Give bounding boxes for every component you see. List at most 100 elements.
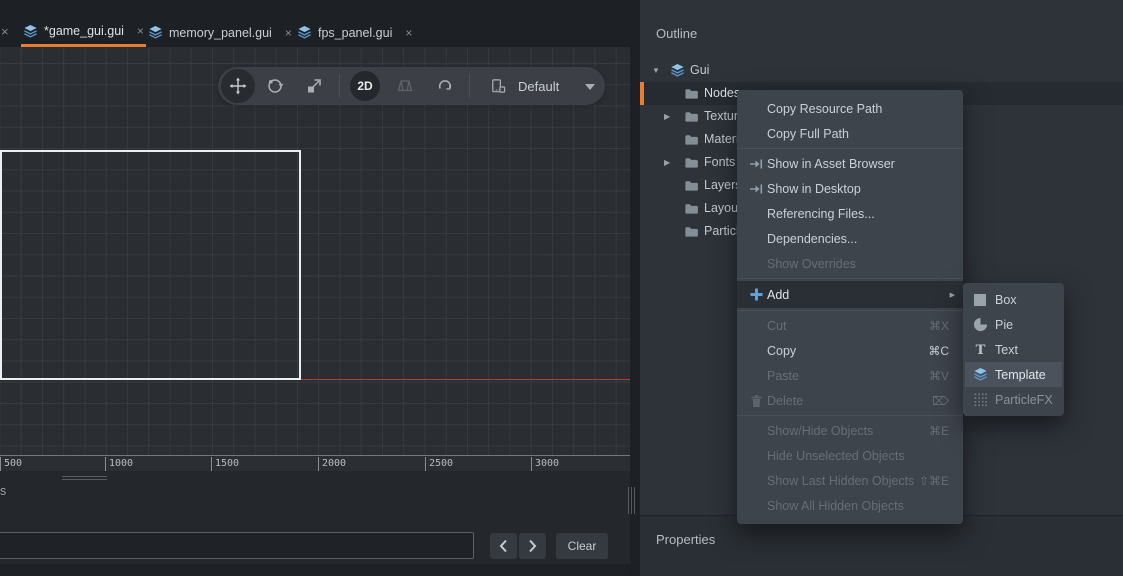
menu-shortcut: ⌦ (932, 394, 963, 408)
gui-file-icon (148, 25, 163, 40)
menu-item-copy-resource-path[interactable]: Copy Resource Path (737, 96, 963, 121)
prev-button[interactable] (490, 533, 517, 559)
horizontal-splitter-handle[interactable] (62, 476, 107, 481)
folder-icon (684, 174, 699, 197)
outline-node-label: Nodes (704, 82, 740, 105)
scene-viewport[interactable]: 2D Default 50010001500200025 (0, 47, 630, 471)
menu-shortcut: ⌘C (928, 344, 963, 358)
menu-item-dependencies[interactable]: Dependencies... (737, 226, 963, 251)
frustum-culling-icon[interactable] (396, 77, 414, 95)
layout-profile-label[interactable]: Default (518, 67, 559, 105)
search-input[interactable] (0, 532, 474, 559)
editor-tab-bar: × *game_gui.gui×memory_panel.gui×fps_pan… (0, 0, 630, 47)
menu-separator (737, 415, 963, 416)
selection-accent-bar (640, 82, 644, 105)
menu-shortcut: ⌘X (929, 319, 963, 333)
submenu-item-pie[interactable]: Pie (963, 312, 1064, 337)
submenu-item-particlefx[interactable]: ParticleFX (963, 387, 1064, 412)
menu-item-cut: Cut⌘X (737, 313, 963, 338)
menu-item-copy-full-path[interactable]: Copy Full Path (737, 121, 963, 146)
tab-game-gui-gui[interactable]: *game_gui.gui × (21, 18, 146, 47)
menu-item-label: Show in Asset Browser (767, 157, 895, 171)
chevron-left-icon (499, 539, 508, 553)
submenu-arrow-icon: ▶ (950, 291, 955, 299)
menu-item-label: Dependencies... (767, 232, 857, 246)
submenu-item-text[interactable]: TText (963, 337, 1064, 362)
menu-separator (737, 148, 963, 149)
menu-item-show-hide-objects: Show/Hide Objects⌘E (737, 418, 963, 443)
menu-item-show-all-hidden-objects: Show All Hidden Objects (737, 493, 963, 518)
layout-device-icon[interactable] (489, 77, 507, 95)
outline-node-gui[interactable]: ▼Gui (640, 59, 1123, 82)
tab-close-icon[interactable]: × (405, 26, 412, 40)
trash-icon (745, 394, 767, 408)
ruler-tick-label: 1000 (105, 457, 133, 471)
tab-label: *game_gui.gui (44, 24, 124, 38)
menu-item-label: Show/Hide Objects (767, 424, 873, 438)
menu-item-label: Hide Unselected Objects (767, 449, 905, 463)
bottom-panel: s Clear (0, 471, 630, 576)
menu-item-label: Copy (767, 344, 796, 358)
menu-shortcut: ⇧⌘E (919, 474, 963, 488)
submenu-item-label: Template (995, 368, 1046, 382)
vertical-splitter-handle[interactable] (628, 487, 636, 514)
menu-item-label: Copy Full Path (767, 127, 849, 141)
submenu-item-box[interactable]: Box (963, 287, 1064, 312)
svg-text:T: T (975, 343, 985, 357)
tab-label: memory_panel.gui (169, 26, 272, 40)
gui-scene-bounds[interactable] (0, 150, 301, 380)
ruler-tick-label: 500 (0, 457, 22, 471)
menu-item-show-in-desktop[interactable]: Show in Desktop (737, 176, 963, 201)
menu-separator (737, 278, 963, 279)
clipped-panel-label: s (0, 484, 6, 498)
menu-item-hide-unselected-objects: Hide Unselected Objects (737, 443, 963, 468)
tab-fps-panel-gui[interactable]: fps_panel.gui × (295, 18, 414, 47)
menu-item-referencing-files[interactable]: Referencing Files... (737, 201, 963, 226)
next-button[interactable] (519, 533, 546, 559)
tab-close-icon[interactable]: × (137, 24, 144, 38)
status-strip (0, 564, 630, 576)
rotation-mode-icon[interactable] (436, 77, 454, 95)
pie-icon (972, 317, 988, 332)
gui-file-icon (23, 24, 38, 39)
2d-mode-toggle[interactable]: 2D (350, 71, 380, 101)
menu-shortcut: ⌘V (929, 369, 963, 383)
folder-icon (684, 151, 699, 174)
ruler-tick-label: 1500 (211, 457, 239, 471)
submenu-item-label: Box (995, 293, 1017, 307)
folder-icon (684, 82, 699, 105)
move-tool-icon[interactable] (229, 77, 247, 95)
expander-icon[interactable]: ▼ (652, 59, 660, 82)
scale-tool-icon[interactable] (305, 77, 323, 95)
menu-item-delete: Delete ⌦ (737, 388, 963, 413)
chevron-right-icon (528, 539, 537, 553)
template-icon (972, 367, 988, 382)
clear-button[interactable]: Clear (556, 533, 608, 559)
rotate-tool-icon[interactable] (266, 77, 284, 95)
tab-memory-panel-gui[interactable]: memory_panel.gui × (146, 18, 294, 47)
expander-icon[interactable]: ▶ (664, 151, 670, 174)
clipped-tab-close-icon[interactable]: × (1, 24, 9, 39)
outline-node-label: Fonts (704, 151, 735, 174)
submenu-item-template[interactable]: Template (963, 362, 1064, 387)
toolbar-separator (469, 74, 470, 98)
context-menu: Copy Resource Path Copy Full Path Show in … (737, 90, 963, 524)
menu-item-label: Show in Desktop (767, 182, 861, 196)
gui-icon (670, 59, 685, 82)
folder-icon (684, 197, 699, 220)
menu-item-label: Delete (767, 394, 803, 408)
chevron-down-icon[interactable] (585, 84, 595, 90)
menu-item-add[interactable]: Add▶ (737, 281, 963, 308)
guide-line (301, 379, 630, 381)
tab-label: fps_panel.gui (318, 26, 392, 40)
ruler-tick-label: 3000 (531, 457, 559, 471)
tab-close-icon[interactable]: × (285, 26, 292, 40)
menu-item-copy[interactable]: Copy ⌘C (737, 338, 963, 363)
menu-separator (737, 310, 963, 311)
menu-item-show-in-asset-browser[interactable]: Show in Asset Browser (737, 151, 963, 176)
submenu-item-label: ParticleFX (995, 393, 1053, 407)
expander-icon[interactable]: ▶ (664, 105, 670, 128)
gui-file-icon (297, 25, 312, 40)
horizontal-ruler: 50010001500200025003000 (0, 455, 630, 471)
properties-panel: Properties (640, 515, 1123, 576)
